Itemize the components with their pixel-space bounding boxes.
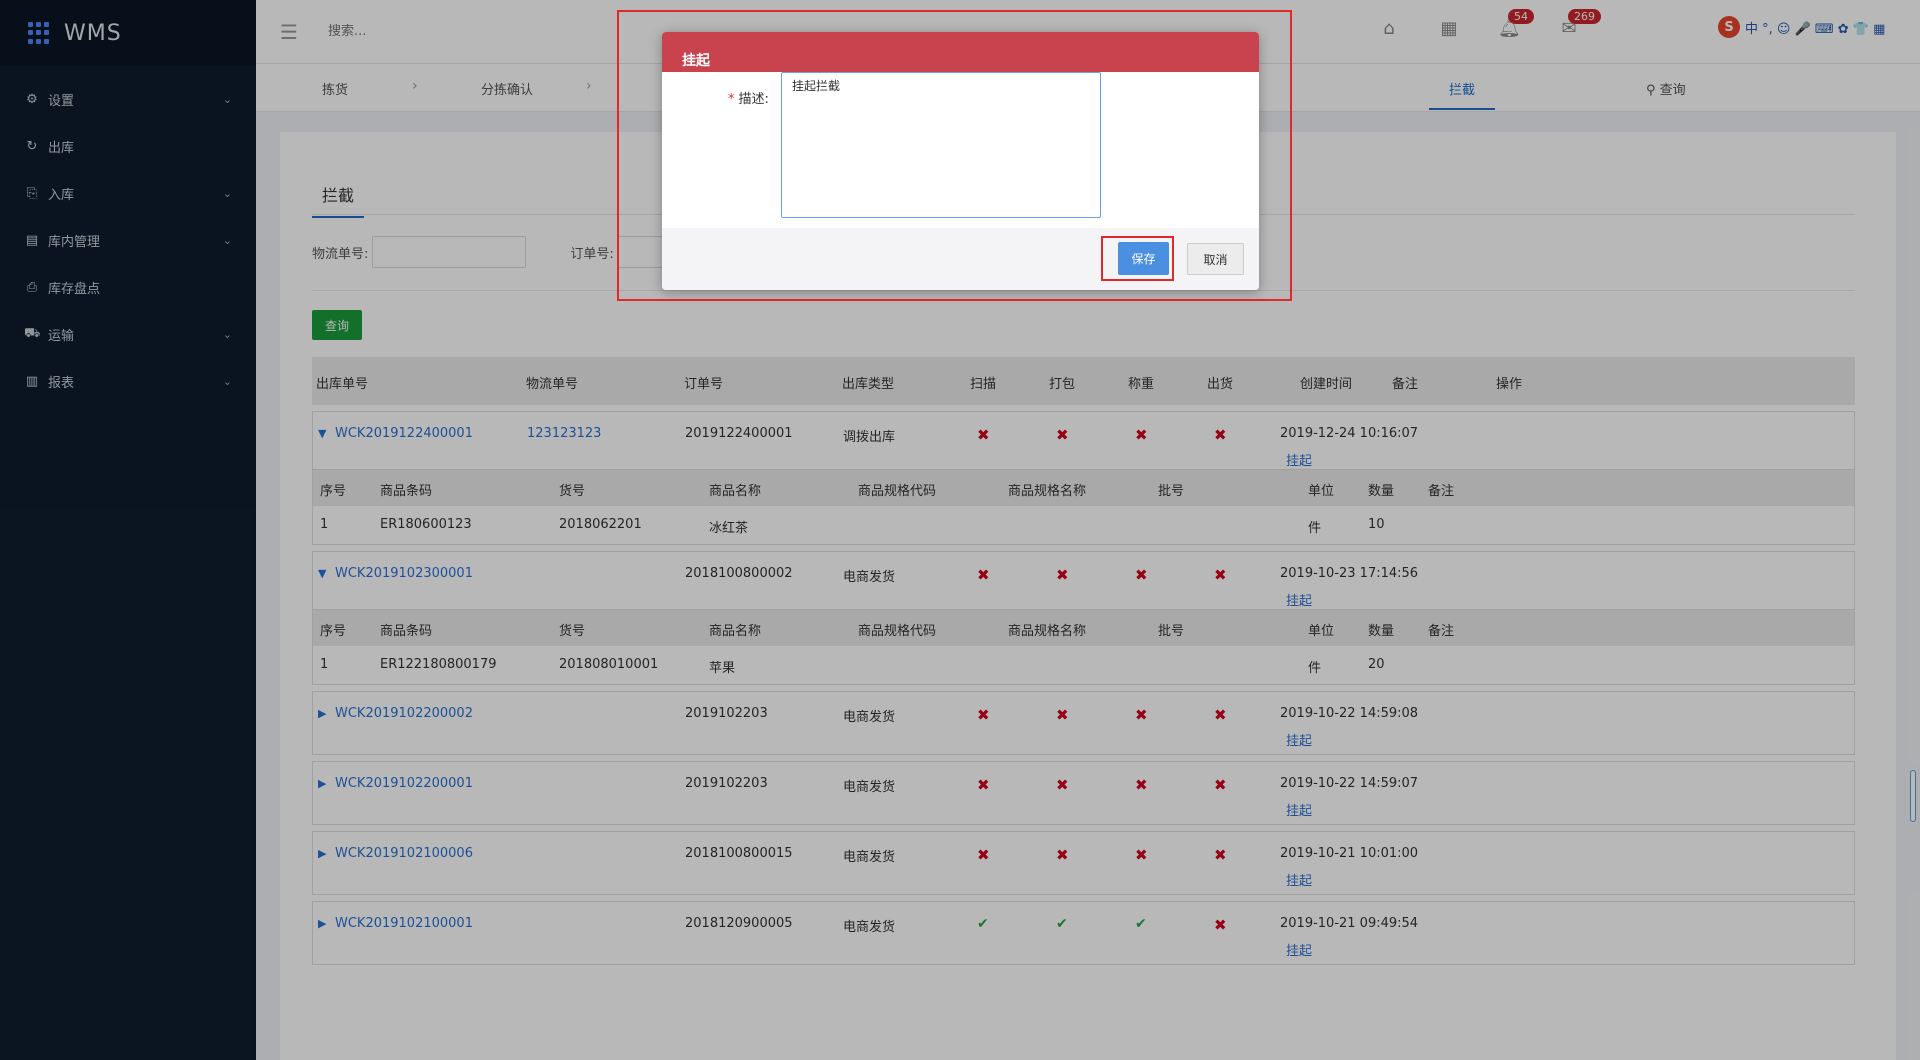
desc-label: * 描述: xyxy=(728,88,769,107)
cancel-button[interactable]: 取消 xyxy=(1187,243,1244,275)
save-button[interactable]: 保存 xyxy=(1118,242,1169,275)
desc-label-text: 描述: xyxy=(738,92,769,107)
dialog-title: 挂起 xyxy=(662,32,1259,72)
desc-textarea[interactable]: 挂起拦截 xyxy=(781,72,1101,218)
required-mark: * xyxy=(728,92,735,107)
